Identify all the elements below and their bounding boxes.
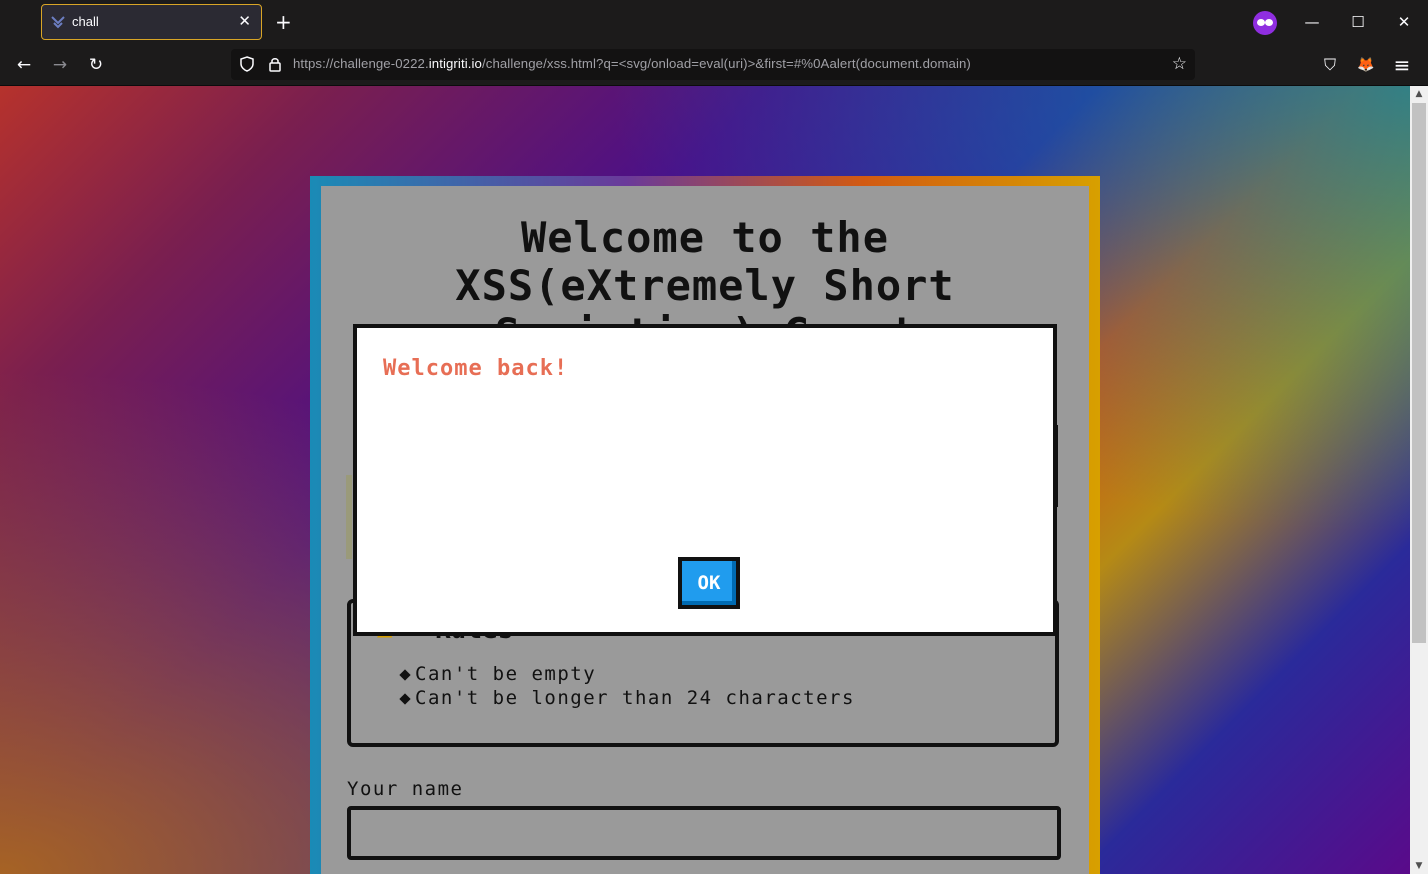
forward-button[interactable]: → xyxy=(48,53,72,77)
bullet-icon xyxy=(399,668,411,681)
navigation-toolbar: ← → ↻ https://challenge-0222.intigriti.i… xyxy=(0,45,1428,86)
rule-item: Can't be longer than 24 characters xyxy=(399,687,855,709)
extension-fox-icon[interactable]: 🦊 xyxy=(1354,53,1378,77)
intigriti-favicon-icon xyxy=(51,16,65,29)
close-window-button[interactable]: ✕ xyxy=(1392,10,1416,34)
background-control-edge xyxy=(346,475,352,559)
url-text[interactable]: https://challenge-0222.intigriti.io/chal… xyxy=(293,56,971,71)
scroll-down-arrow-icon[interactable]: ▼ xyxy=(1410,858,1428,874)
name-input[interactable] xyxy=(347,806,1061,860)
pocket-icon[interactable]: ⛉ xyxy=(1318,53,1342,77)
tab-close-icon[interactable]: ✕ xyxy=(238,12,251,30)
private-browsing-icon xyxy=(1253,11,1277,35)
scrollbar-thumb[interactable] xyxy=(1412,103,1426,643)
tab-strip: chall ✕ + — ☐ ✕ xyxy=(0,0,1428,45)
ok-button[interactable]: OK xyxy=(678,557,740,609)
name-label: Your name xyxy=(347,778,464,800)
url-prefix: https://challenge-0222. xyxy=(293,56,429,71)
bullet-icon xyxy=(399,692,411,705)
new-tab-button[interactable]: + xyxy=(275,10,292,34)
tab-title: chall xyxy=(72,14,99,29)
page-scrollbar[interactable]: ▲ ▼ xyxy=(1410,86,1428,874)
bookmark-star-icon[interactable]: ☆ xyxy=(1172,54,1187,74)
address-bar[interactable]: https://challenge-0222.intigriti.io/chal… xyxy=(231,49,1195,80)
app-menu-icon[interactable]: ≡ xyxy=(1390,53,1414,77)
rule-item: Can't be empty xyxy=(399,663,596,685)
back-button[interactable]: ← xyxy=(12,53,36,77)
browser-tab[interactable]: chall ✕ xyxy=(41,4,262,40)
maximize-button[interactable]: ☐ xyxy=(1346,10,1370,34)
title-line-1: Welcome to the xyxy=(520,213,889,262)
reload-button[interactable]: ↻ xyxy=(84,53,108,77)
url-host: intigriti.io xyxy=(428,56,482,71)
dialog-message: Welcome back! xyxy=(383,356,569,381)
lock-icon[interactable] xyxy=(267,56,283,72)
title-line-2: XSS(eXtremely Short xyxy=(455,261,955,310)
scroll-up-arrow-icon[interactable]: ▲ xyxy=(1410,86,1428,102)
url-path: /challenge/xss.html?q=<svg/onload=eval(u… xyxy=(481,56,971,71)
alert-dialog: Welcome back! OK xyxy=(353,324,1057,636)
minimize-button[interactable]: — xyxy=(1300,10,1324,34)
tracking-protection-shield-icon[interactable] xyxy=(239,56,255,72)
